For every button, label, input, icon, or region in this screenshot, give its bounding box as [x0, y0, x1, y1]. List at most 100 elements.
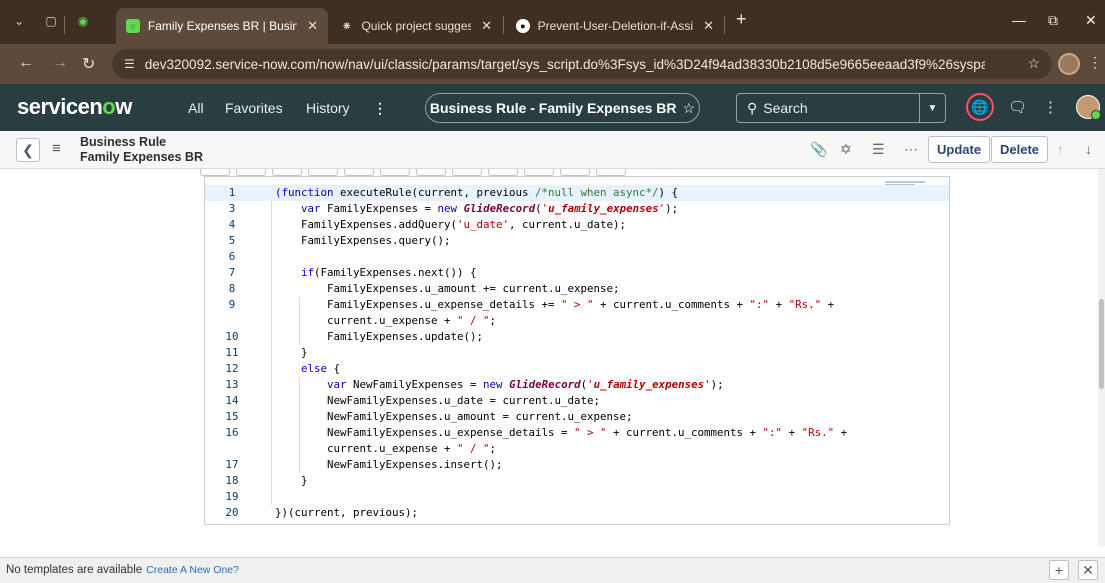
restore-icon[interactable]: ⧉: [1048, 12, 1058, 29]
reload-icon[interactable]: ↻: [82, 54, 95, 74]
editor-toolbar-button[interactable]: [200, 169, 230, 176]
add-template-button[interactable]: +: [1049, 560, 1069, 580]
page-scrollbar[interactable]: [1098, 169, 1105, 546]
line-number: 9: [228, 298, 236, 311]
tab-family-expenses[interactable]: ○ Family Expenses BR | Business R ✕: [116, 8, 328, 44]
scrollbar-thumb[interactable]: [1099, 299, 1104, 389]
tab-separator: [64, 16, 65, 34]
editor-toolbar-button[interactable]: [380, 169, 410, 176]
activity-stream-icon[interactable]: ✡: [840, 141, 852, 158]
editor-toolbar-button[interactable]: [416, 169, 446, 176]
chat-icon[interactable]: 🗨: [1008, 98, 1027, 116]
code-text: FamilyExpenses.u_expense_details += " > …: [275, 298, 835, 311]
pinned-servicenow-icon[interactable]: ◉: [72, 10, 94, 32]
code-line[interactable]: 8 FamilyExpenses.u_amount += current.u_e…: [205, 281, 949, 297]
code-line[interactable]: 7 if(FamilyExpenses.next()) {: [205, 265, 949, 281]
editor-toolbar-button[interactable]: [272, 169, 302, 176]
editor-toolbar-button[interactable]: [236, 169, 266, 176]
site-info-icon[interactable]: ☰: [124, 57, 135, 71]
tab-quick-project-suggestions[interactable]: ❋ Quick project suggestions ✕: [330, 8, 502, 44]
favorite-star-icon[interactable]: ☆: [683, 100, 696, 117]
code-line[interactable]: 10 FamilyExpenses.update();: [205, 329, 949, 345]
code-line[interactable]: 6: [205, 249, 949, 265]
tab-label: Quick project suggestions: [361, 19, 472, 33]
code-line[interactable]: current.u_expense + " / ";: [205, 441, 949, 457]
next-record-icon[interactable]: ↓: [1085, 141, 1092, 157]
code-line[interactable]: 3 var FamilyExpenses = new GlideRecord('…: [205, 201, 949, 217]
tab-search-chevron-icon[interactable]: ⌄: [8, 10, 30, 32]
context-title-pill[interactable]: Business Rule - Family Expenses BR ☆: [425, 93, 700, 123]
github-icon: ●: [516, 19, 530, 33]
nav-more-icon[interactable]: ⋮: [373, 100, 387, 117]
browser-menu-icon[interactable]: ⋮: [1088, 54, 1102, 71]
editor-toolbar-button[interactable]: [308, 169, 338, 176]
code-line[interactable]: 13 var NewFamilyExpenses = new GlideReco…: [205, 377, 949, 393]
forward-arrow-icon[interactable]: →: [52, 54, 68, 72]
editor-toolbar-button[interactable]: [524, 169, 554, 176]
tab-prevent-user-deletion[interactable]: ● Prevent-User-Deletion-if-Assig ✕: [506, 8, 724, 44]
code-text: FamilyExpenses.u_amount += current.u_exp…: [275, 282, 620, 295]
delete-button[interactable]: Delete: [991, 136, 1049, 163]
editor-toolbar-button[interactable]: [596, 169, 626, 176]
template-message: No templates are available: [6, 564, 143, 576]
create-template-link[interactable]: Create A New One?: [146, 564, 239, 576]
tab-groups-icon[interactable]: ▢: [40, 10, 62, 32]
previous-record-icon[interactable]: ↑: [1057, 141, 1064, 157]
code-line[interactable]: 4 FamilyExpenses.addQuery('u_date', curr…: [205, 217, 949, 233]
global-search-input[interactable]: ⚲ Search ▼: [736, 93, 946, 123]
code-line[interactable]: current.u_expense + " / ";: [205, 313, 949, 329]
back-arrow-icon[interactable]: ←: [18, 54, 34, 72]
line-number: 1: [228, 186, 236, 199]
personalize-form-icon[interactable]: ☰: [872, 141, 885, 158]
line-number: 3: [228, 202, 236, 215]
close-tab-icon[interactable]: ✕: [307, 18, 318, 34]
code-text: else {: [301, 362, 341, 375]
code-line[interactable]: 18 }: [205, 473, 949, 489]
code-line[interactable]: 5 FamilyExpenses.query();: [205, 233, 949, 249]
bookmark-star-icon[interactable]: ☆: [1027, 55, 1040, 72]
editor-toolbar-button[interactable]: [560, 169, 590, 176]
close-tab-icon[interactable]: ✕: [481, 18, 492, 34]
editor-toolbar-button[interactable]: [452, 169, 482, 176]
new-tab-icon[interactable]: +: [736, 9, 747, 30]
line-number: 17: [225, 458, 239, 471]
back-button[interactable]: ❮: [16, 138, 40, 162]
attachment-icon[interactable]: 📎: [810, 141, 827, 158]
code-line[interactable]: 15 NewFamilyExpenses.u_amount = current.…: [205, 409, 949, 425]
close-tab-icon[interactable]: ✕: [703, 18, 714, 34]
more-actions-icon[interactable]: ⋯: [904, 141, 918, 158]
globe-icon[interactable]: 🌐: [966, 93, 994, 121]
code-line[interactable]: 9 FamilyExpenses.u_expense_details += " …: [205, 297, 949, 313]
close-window-icon[interactable]: ✕: [1085, 12, 1097, 29]
user-avatar[interactable]: [1076, 95, 1101, 120]
nav-favorites[interactable]: Favorites: [225, 100, 283, 116]
url-field[interactable]: ☰ dev320092.service-now.com/now/nav/ui/c…: [112, 49, 1052, 79]
code-line[interactable]: 16 NewFamilyExpenses.u_expense_details =…: [205, 425, 949, 441]
editor-toolbar-button[interactable]: [488, 169, 518, 176]
context-title: Business Rule - Family Expenses BR: [429, 100, 677, 116]
code-editor[interactable]: 1 (function executeRule(current, previous…: [204, 176, 950, 525]
code-line[interactable]: 19: [205, 489, 949, 505]
close-template-bar-button[interactable]: ✕: [1078, 560, 1098, 580]
code-line[interactable]: 11 }: [205, 345, 949, 361]
hamburger-menu-icon[interactable]: ≡: [52, 140, 61, 157]
code-line[interactable]: 12 else {: [205, 361, 949, 377]
editor-toolbar-button[interactable]: [344, 169, 374, 176]
code-text: NewFamilyExpenses.u_date = current.u_dat…: [275, 394, 601, 407]
browser-profile-avatar[interactable]: [1058, 53, 1080, 75]
code-line[interactable]: 17 NewFamilyExpenses.insert();: [205, 457, 949, 473]
more-options-icon[interactable]: ⋮: [1043, 98, 1058, 116]
code-line[interactable]: 20})(current, previous);: [205, 505, 949, 521]
line-number: 4: [228, 218, 236, 231]
line-number: 10: [225, 330, 239, 343]
code-text: current.u_expense + " / ";: [275, 314, 497, 327]
code-line[interactable]: 1 (function executeRule(current, previous…: [205, 185, 949, 201]
search-scope-dropdown-icon[interactable]: ▼: [919, 94, 945, 122]
code-line[interactable]: 14 NewFamilyExpenses.u_date = current.u_…: [205, 393, 949, 409]
nav-history[interactable]: History: [306, 100, 350, 116]
servicenow-header: servicenow All Favorites History ⋮ Busin…: [0, 84, 1105, 131]
nav-all[interactable]: All: [188, 100, 204, 116]
update-button[interactable]: Update: [928, 136, 991, 163]
servicenow-logo[interactable]: servicenow: [17, 94, 132, 120]
minimize-icon[interactable]: —: [1012, 12, 1026, 28]
